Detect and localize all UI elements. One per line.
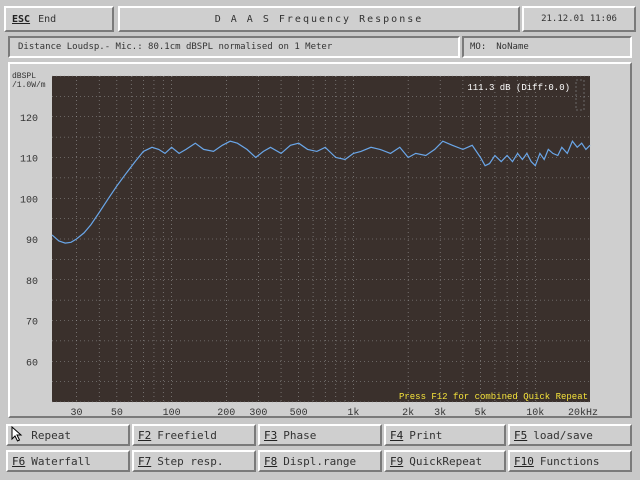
x-tick-label: 3k <box>434 407 446 416</box>
fkey-f7-button[interactable]: F7 Step resp. <box>132 450 256 472</box>
fkey-f7-key: F7 <box>138 454 152 468</box>
y-tick-label: 60 <box>26 358 38 369</box>
fkey-f6-label: Waterfall <box>31 454 91 468</box>
quick-repeat-hint: Press F12 for combined Quick Repeat <box>399 392 588 402</box>
fkey-f8-label: Displ.range <box>283 454 357 468</box>
mo-field: MO: NoName <box>462 36 632 58</box>
x-tick-label: 50 <box>111 408 123 416</box>
cursor-arrow-icon <box>11 426 23 442</box>
fkey-f8-key: F8 <box>264 454 278 468</box>
fkey-f1-button[interactable]: F1Repeat <box>6 424 130 446</box>
y-tick-label: 110 <box>20 155 38 166</box>
y-axis-label: dBSPL <box>12 72 36 81</box>
x-tick-label: 30 <box>70 408 82 416</box>
fkey-f4-label: Print <box>409 428 443 442</box>
x-tick-label: 200 <box>217 408 235 416</box>
fkey-f5-button[interactable]: F5 load/save <box>508 424 632 446</box>
fkey-f3-button[interactable]: F3 Phase <box>258 424 382 446</box>
x-tick-label: 300 <box>249 408 267 416</box>
y-tick-label: 120 <box>20 114 38 125</box>
fkey-f3-key: F3 <box>264 428 278 442</box>
fkey-f7-label: Step resp. <box>157 454 224 468</box>
y-tick-label: 80 <box>26 277 38 288</box>
fkey-f3-label: Phase <box>283 428 317 442</box>
esc-key-label: ESC <box>12 13 31 25</box>
y-tick-label: 90 <box>26 236 38 247</box>
mo-value: NoName <box>496 42 529 52</box>
x-tick-label: 1k <box>347 407 359 416</box>
x-tick-label: 500 <box>290 408 308 416</box>
x-tick-label: 20kHz <box>568 407 598 416</box>
x-tick-label: 5k <box>475 407 487 416</box>
fkey-f10-label: Functions <box>539 454 600 468</box>
fkey-f2-label: Freefield <box>157 428 217 442</box>
fkey-f6-key: F6 <box>12 454 26 468</box>
fkey-f10-key: F10 <box>514 454 534 468</box>
fkey-f4-key: F4 <box>390 428 404 442</box>
x-tick-label: 2k <box>402 407 414 416</box>
end-label: End <box>38 13 57 25</box>
fkey-f2-button[interactable]: F2 Freefield <box>132 424 256 446</box>
window-title: D A A S Frequency Response <box>118 6 520 32</box>
frequency-response-chart[interactable]: 120 110 100 90 80 70 60 30 50 100 200 300 500 1k 2k 3k 5… <box>10 64 630 416</box>
plot-frame: 120 110 100 90 80 70 60 30 50 100 200 300 500 1k 2k 3k 5… <box>8 62 632 418</box>
fkey-f5-key: F5 <box>514 428 528 442</box>
level-readout: 111.3 dB (Diff:0.0) <box>467 83 570 93</box>
fkey-f9-key: F9 <box>390 454 404 468</box>
y-tick-label: 100 <box>20 195 38 206</box>
fkey-f10-button[interactable]: F10 Functions <box>508 450 632 472</box>
mo-label: MO: <box>470 42 487 52</box>
y-axis-unit: /1.0W/m <box>12 81 46 90</box>
fkey-f4-button[interactable]: F4 Print <box>384 424 506 446</box>
fkey-f9-button[interactable]: F9 QuickRepeat <box>384 450 506 472</box>
fkey-f8-button[interactable]: F8 Displ.range <box>258 450 382 472</box>
end-button[interactable]: ESC End <box>4 6 114 32</box>
fkey-f6-button[interactable]: F6 Waterfall <box>6 450 130 472</box>
fkey-f2-key: F2 <box>138 428 152 442</box>
x-tick-label: 10k <box>526 407 544 416</box>
x-tick-label: 100 <box>163 408 181 416</box>
fkey-f9-label: QuickRepeat <box>409 454 483 468</box>
datetime-display: 21.12.01 11:06 <box>522 6 636 32</box>
measurement-description: Distance Loudsp.- Mic.: 80.1cm dBSPL nor… <box>8 36 460 58</box>
fkey-f1-label: Repeat <box>31 428 71 442</box>
y-tick-label: 70 <box>26 318 38 329</box>
fkey-f5-label: load/save <box>533 428 593 442</box>
